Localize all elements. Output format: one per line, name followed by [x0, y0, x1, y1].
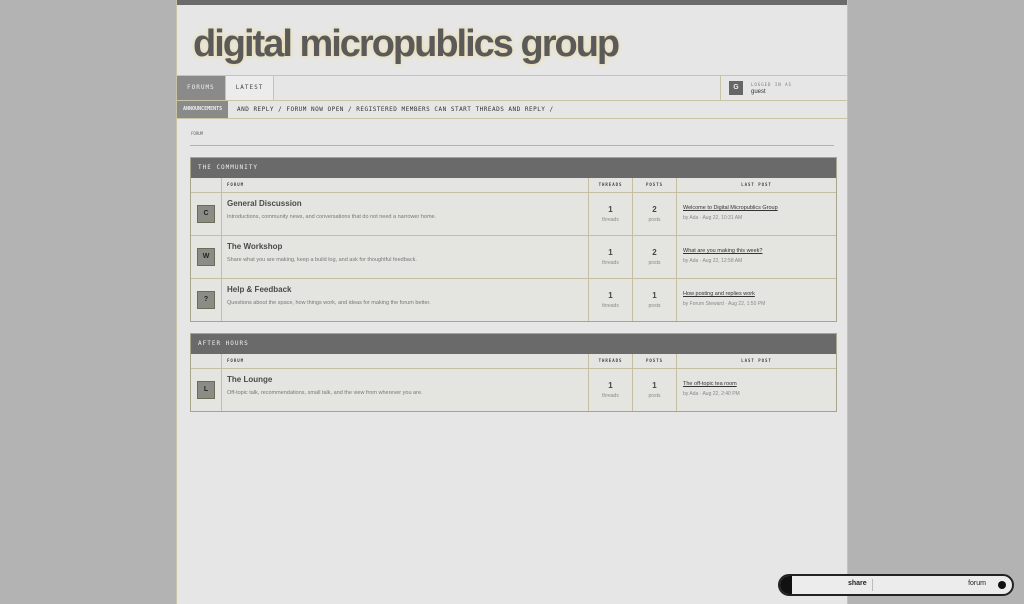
forum-link[interactable]: forum — [968, 580, 986, 587]
site-header: digital micropublics group — [177, 5, 847, 76]
breadcrumb[interactable]: FORUM — [191, 131, 203, 136]
thread-count-value: 1 — [608, 291, 613, 300]
column-headers: FORUM THREADS POSTS LAST POST — [191, 354, 836, 369]
forum-row[interactable]: C General Discussion Introductions, comm… — [191, 193, 836, 236]
announcement-ticker: ANNOUNCEMENTS AND REPLY / FORUM NOW OPEN… — [177, 101, 847, 119]
post-count: 2 posts — [633, 236, 677, 278]
last-post-link[interactable]: How posting and replies work — [683, 291, 836, 297]
col-threads: THREADS — [589, 178, 633, 192]
divider — [190, 145, 834, 146]
post-count: 2 posts — [633, 193, 677, 235]
share-button[interactable]: share — [848, 580, 867, 587]
forum-description: Share what you are making, keep a build … — [227, 257, 417, 263]
user-info: LOGGED IN AS guest — [751, 82, 792, 95]
share-bar-cap — [780, 576, 792, 594]
col-icon — [191, 354, 222, 368]
col-icon — [191, 178, 222, 192]
col-posts: POSTS — [633, 354, 677, 368]
post-count: 1 posts — [633, 279, 677, 321]
last-post: The off-topic tea room by Ada · Aug 22, … — [677, 369, 836, 411]
post-count-value: 2 — [652, 205, 657, 214]
user-box[interactable]: G LOGGED IN AS guest — [720, 76, 847, 100]
forum-badge: ? — [197, 291, 215, 309]
thread-count: 1 threads — [589, 193, 633, 235]
forum-description: Introductions, community news, and conve… — [227, 214, 437, 220]
forum-row[interactable]: L The Lounge Off-topic talk, recommendat… — [191, 369, 836, 411]
last-post: Welcome to Digital Micropublics Group by… — [677, 193, 836, 235]
tab-latest[interactable]: LATEST — [225, 76, 275, 100]
thread-count-label: threads — [602, 217, 619, 223]
post-count-label: posts — [648, 303, 661, 309]
last-post-meta: by Ada · Aug 22, 12:58 AM — [683, 258, 743, 264]
post-count-label: posts — [648, 260, 661, 266]
main-nav: FORUMS LATEST G LOGGED IN AS guest — [177, 76, 847, 101]
last-post-meta: by Forum Steward · Aug 22, 1:50 PM — [683, 301, 766, 307]
thread-count: 1 threads — [589, 369, 633, 411]
last-post-link[interactable]: What are you making this week? — [683, 248, 836, 254]
col-forum: FORUM — [222, 178, 589, 192]
thread-count-value: 1 — [608, 248, 613, 257]
post-count: 1 posts — [633, 369, 677, 411]
category-title: AFTER HOURS — [191, 334, 836, 354]
post-count-value: 1 — [652, 291, 657, 300]
forum-row[interactable]: W The Workshop Share what you are making… — [191, 236, 836, 279]
last-post-meta: by Ada · Aug 22, 10:31 AM — [683, 215, 743, 221]
forum-badge: W — [197, 248, 215, 266]
category-title: THE COMMUNITY — [191, 158, 836, 178]
post-count-label: posts — [648, 393, 661, 399]
forum-badge: L — [197, 381, 215, 399]
username: guest — [751, 88, 766, 95]
logged-in-label: LOGGED IN AS — [751, 81, 792, 87]
post-count-value: 2 — [652, 248, 657, 257]
col-threads: THREADS — [589, 354, 633, 368]
forum-badge: C — [197, 205, 215, 223]
thread-count-label: threads — [602, 303, 619, 309]
thread-count-label: threads — [602, 393, 619, 399]
thread-count: 1 threads — [589, 236, 633, 278]
thread-count-value: 1 — [608, 205, 613, 214]
last-post: How posting and replies work by Forum St… — [677, 279, 836, 321]
post-count-value: 1 — [652, 381, 657, 390]
ticker-label: ANNOUNCEMENTS — [177, 101, 229, 118]
share-bar: share forum — [778, 574, 1014, 596]
last-post-link[interactable]: The off-topic tea room — [683, 381, 836, 387]
forum-name[interactable]: The Lounge — [227, 375, 583, 384]
column-headers: FORUM THREADS POSTS LAST POST — [191, 178, 836, 193]
post-count-label: posts — [648, 217, 661, 223]
col-forum: FORUM — [222, 354, 589, 368]
forum-name[interactable]: Help & Feedback — [227, 285, 583, 294]
thread-count-value: 1 — [608, 381, 613, 390]
site-logo[interactable]: digital micropublics group — [193, 23, 620, 66]
ticker-text: AND REPLY / FORUM NOW OPEN / REGISTERED … — [237, 106, 554, 113]
category-after-hours: AFTER HOURS FORUM THREADS POSTS LAST POS… — [190, 333, 837, 412]
share-divider — [872, 579, 873, 591]
forum-name[interactable]: The Workshop — [227, 242, 583, 251]
last-post-meta: by Ada · Aug 22, 2:40 PM — [683, 391, 740, 397]
forum-row[interactable]: ? Help & Feedback Questions about the sp… — [191, 279, 836, 321]
tab-forums[interactable]: FORUMS — [177, 76, 226, 100]
forum-description: Off-topic talk, recommendations, small t… — [227, 390, 423, 396]
category-the-community: THE COMMUNITY FORUM THREADS POSTS LAST P… — [190, 157, 837, 322]
forum-page: digital micropublics group FORUMS LATEST… — [176, 0, 848, 604]
last-post: What are you making this week? by Ada · … — [677, 236, 836, 278]
forum-name[interactable]: General Discussion — [227, 199, 583, 208]
status-dot-icon — [998, 581, 1006, 589]
last-post-link[interactable]: Welcome to Digital Micropublics Group — [683, 205, 836, 211]
col-posts: POSTS — [633, 178, 677, 192]
col-last-post: LAST POST — [741, 182, 772, 187]
thread-count-label: threads — [602, 260, 619, 266]
col-last-post: LAST POST — [741, 358, 772, 363]
forum-description: Questions about the space, how things wo… — [227, 300, 431, 306]
thread-count: 1 threads — [589, 279, 633, 321]
avatar[interactable]: G — [729, 81, 743, 95]
